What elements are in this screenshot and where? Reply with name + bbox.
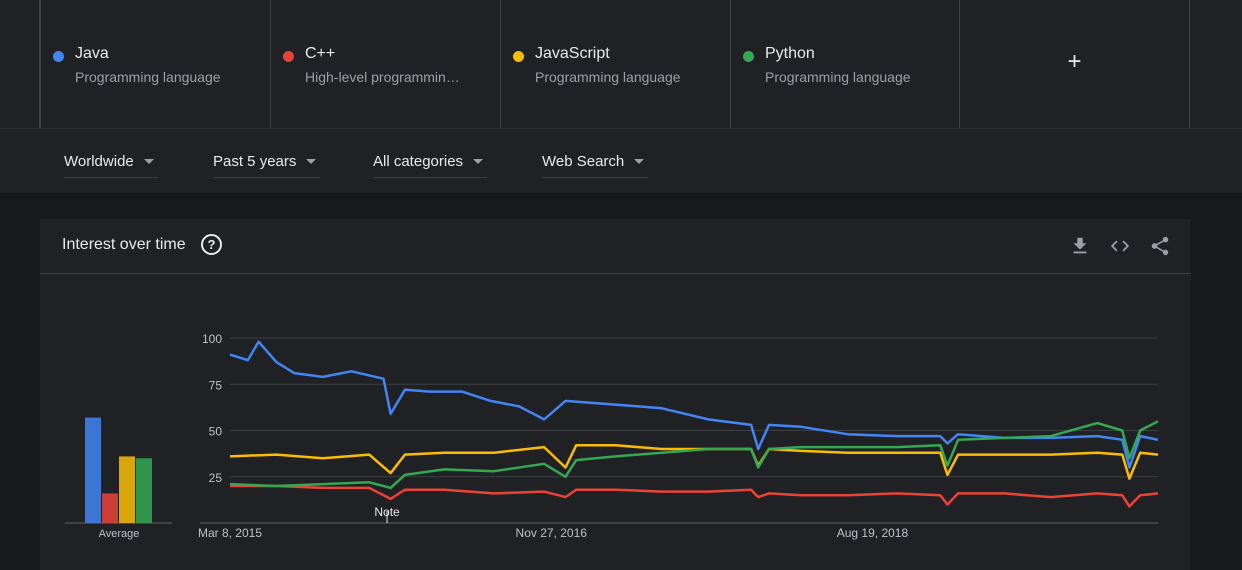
term-subtitle: Programming language [765,69,911,85]
caret-down-icon [143,158,154,164]
term-subtitle: Programming language [75,69,221,85]
filter-bar: Worldwide Past 5 years All categories We… [0,129,1242,193]
time-range-select[interactable]: Past 5 years [213,145,321,178]
card-header: Interest over time ? [40,219,1191,274]
category-label: All categories [373,152,464,170]
term-subtitle: Programming language [535,69,681,85]
series-color-dot [283,51,294,62]
term-name: Java [75,45,109,62]
caret-down-icon [306,158,317,164]
caret-down-icon [473,158,484,164]
share-icon[interactable] [1149,235,1171,257]
interest-over-time-card: Interest over time ? [40,219,1191,570]
series-color-dot [53,51,64,62]
plus-icon: + [1067,48,1082,75]
region-select[interactable]: Worldwide [64,145,158,178]
help-circle-icon[interactable]: ? [201,234,222,255]
term-python[interactable]: Python Programming language [730,0,960,128]
term-java[interactable]: Java Programming language [40,0,270,128]
term-javascript[interactable]: JavaScript Programming language [500,0,730,128]
card-title: Interest over time [62,236,186,253]
series-color-dot [513,51,524,62]
term-name: JavaScript [535,45,610,62]
term-name: C++ [305,45,336,62]
add-term-button[interactable]: + [959,0,1190,128]
embed-code-icon[interactable] [1109,235,1131,257]
region-label: Worldwide [64,152,134,170]
term-subtitle: High-level programmin… [305,69,460,85]
time-range-label: Past 5 years [213,152,297,170]
caret-down-icon [634,158,645,164]
category-select[interactable]: All categories [373,145,488,178]
term-cpp[interactable]: C++ High-level programmin… [270,0,500,128]
download-icon[interactable] [1069,235,1091,257]
search-property-select[interactable]: Web Search [542,145,649,178]
term-name: Python [765,45,815,62]
series-color-dot [743,51,754,62]
search-property-label: Web Search [542,152,625,170]
compare-bar: Java Programming language C++ High-level… [0,0,1242,129]
